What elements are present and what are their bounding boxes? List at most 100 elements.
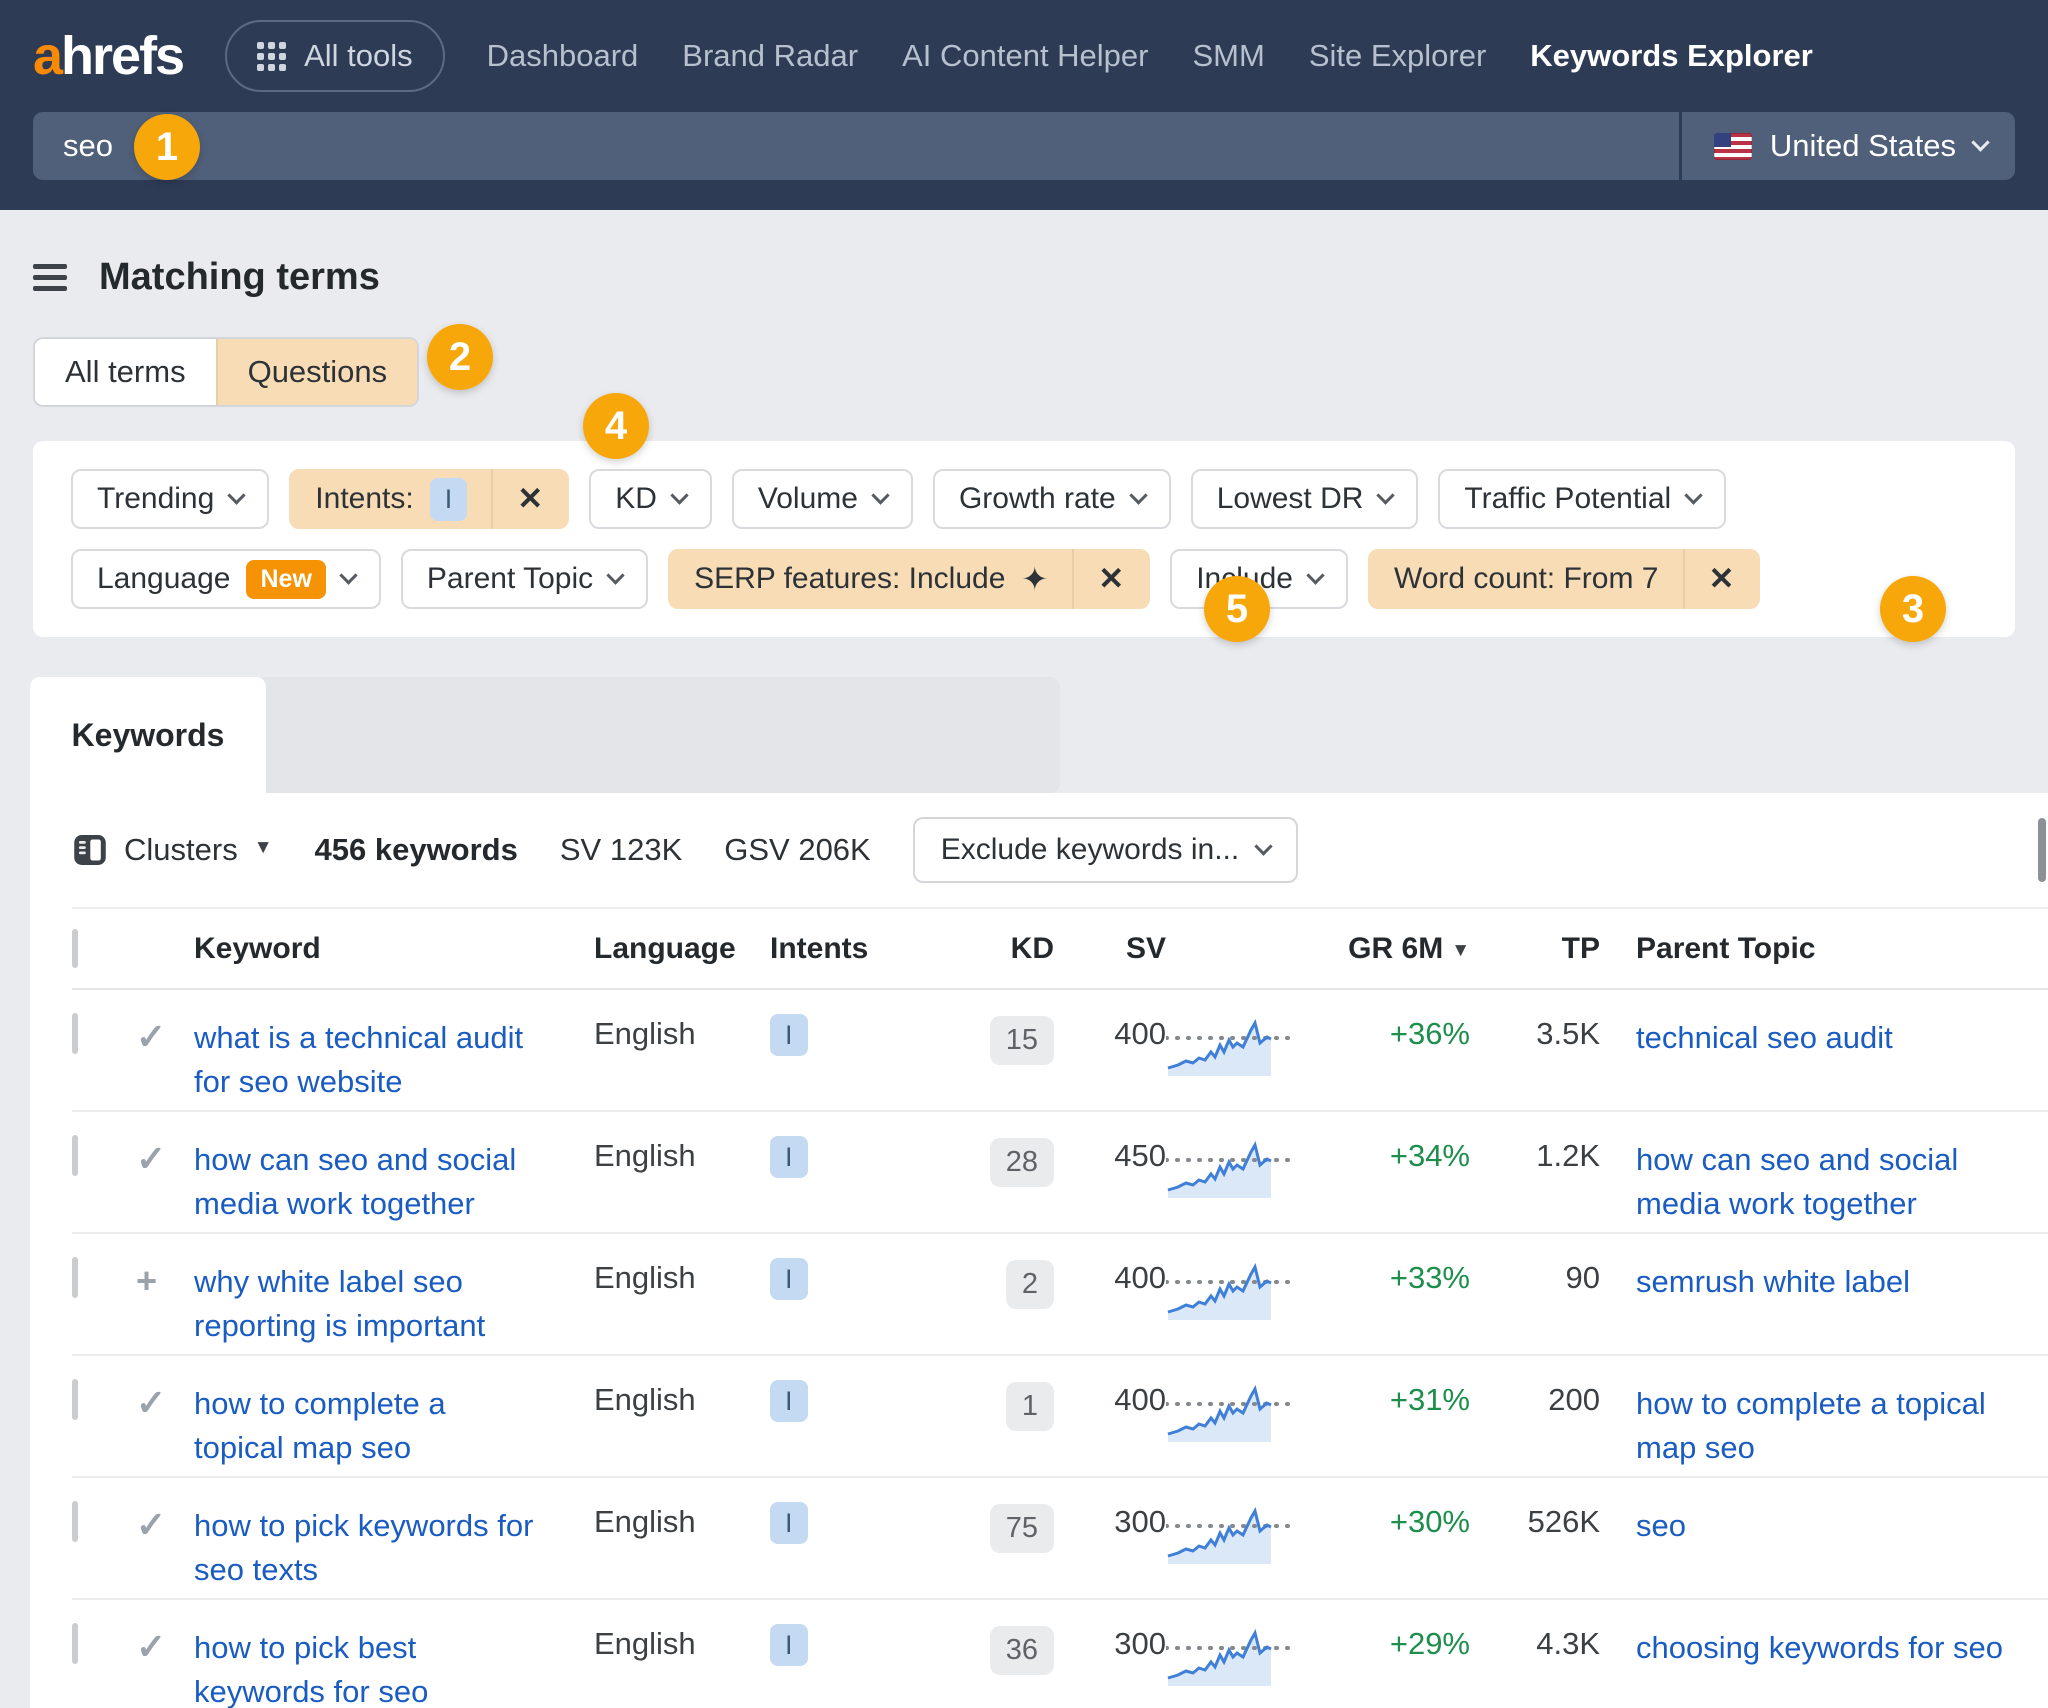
- trend-sparkline: [1166, 1506, 1298, 1564]
- intent-badge: I: [770, 1502, 808, 1544]
- nav-item-keywords-explorer[interactable]: Keywords Explorer: [1530, 38, 1813, 74]
- table-row[interactable]: ✓ how to pick best keywords for seo Engl…: [72, 1599, 2048, 1708]
- table-row[interactable]: ✓ how can seo and social media work toge…: [72, 1111, 2048, 1233]
- tab-all-terms[interactable]: All terms: [35, 339, 216, 405]
- col-header-tp[interactable]: TP: [1470, 909, 1600, 989]
- keyword-search-bar[interactable]: seo United States: [33, 112, 2015, 180]
- keyword-link[interactable]: how to pick keywords for seo texts: [194, 1504, 533, 1592]
- tp-cell: 4.3K: [1470, 1599, 1600, 1708]
- nav-item-dashboard[interactable]: Dashboard: [487, 38, 639, 74]
- parent-topic-link[interactable]: technical seo audit: [1636, 1016, 1893, 1060]
- keyword-link[interactable]: how to complete a topical map seo: [194, 1382, 446, 1470]
- filter-serp-features[interactable]: SERP features: Include✦ ✕: [668, 549, 1150, 609]
- row-status-icon: +: [136, 1260, 157, 1301]
- step-badge-3: 3: [1880, 576, 1946, 642]
- col-header-intents[interactable]: Intents: [770, 909, 966, 989]
- row-status-icon: ✓: [136, 1504, 166, 1545]
- language-cell: English: [594, 1355, 770, 1477]
- filter-kd[interactable]: KD: [589, 469, 712, 529]
- language-cell: English: [594, 989, 770, 1111]
- remove-serp-features-filter-button[interactable]: ✕: [1072, 549, 1148, 609]
- filter-trending[interactable]: Trending: [71, 469, 269, 529]
- kd-badge: 2: [1006, 1260, 1054, 1309]
- sv-cell: 300: [1054, 1599, 1166, 1708]
- chevron-down-icon: [1971, 133, 1989, 151]
- exclude-keywords-button[interactable]: Exclude keywords in...: [913, 817, 1298, 883]
- intent-badge: I: [770, 1136, 808, 1178]
- remove-intents-filter-button[interactable]: ✕: [491, 469, 567, 529]
- keyword-link[interactable]: how can seo and social media work togeth…: [194, 1138, 516, 1226]
- results-tab-strip: Keywords: [30, 677, 2048, 793]
- filter-word-count[interactable]: Word count: From 7 ✕: [1368, 549, 1761, 609]
- parent-topic-link[interactable]: choosing keywords for seo: [1636, 1626, 2003, 1670]
- keyword-link[interactable]: what is a technical audit for seo websit…: [194, 1016, 523, 1104]
- row-checkbox[interactable]: [72, 1257, 78, 1298]
- gsv-total: GSV 206K: [724, 832, 870, 868]
- col-header-sv[interactable]: SV: [1054, 909, 1166, 989]
- country-selector[interactable]: United States: [1679, 112, 2015, 180]
- country-label: United States: [1770, 128, 1956, 164]
- sv-cell: 400: [1054, 1233, 1166, 1355]
- col-header-keyword[interactable]: Keyword: [194, 909, 594, 989]
- step-badge-1: 1: [134, 114, 200, 180]
- parent-topic-link[interactable]: how to complete a topical map seo: [1636, 1382, 1986, 1470]
- col-header-trend: [1166, 909, 1336, 989]
- growth-cell: +33%: [1336, 1233, 1470, 1355]
- nav-item-brand-radar[interactable]: Brand Radar: [682, 38, 858, 74]
- new-feature-badge: New: [246, 560, 325, 599]
- row-status-icon: ✓: [136, 1016, 166, 1057]
- filter-growth-rate[interactable]: Growth rate: [933, 469, 1171, 529]
- nav-item-smm[interactable]: SMM: [1193, 38, 1265, 74]
- row-checkbox[interactable]: [72, 1013, 78, 1054]
- parent-topic-link[interactable]: seo: [1636, 1504, 1686, 1548]
- step-badge-5: 5: [1204, 576, 1270, 642]
- keyword-link[interactable]: how to pick best keywords for seo: [194, 1626, 428, 1708]
- filter-language[interactable]: LanguageNew: [71, 549, 381, 609]
- table-row[interactable]: ✓ what is a technical audit for seo webs…: [72, 989, 2048, 1111]
- parent-topic-link[interactable]: semrush white label: [1636, 1260, 1910, 1304]
- col-header-gr-6m[interactable]: GR 6M▼: [1336, 909, 1470, 989]
- select-all-checkbox[interactable]: [72, 929, 78, 968]
- intent-badge: I: [770, 1014, 808, 1056]
- filter-lowest-dr[interactable]: Lowest DR: [1191, 469, 1419, 529]
- table-row[interactable]: ✓ how to complete a topical map seo Engl…: [72, 1355, 2048, 1477]
- results-panel: Clusters ▼ 456 keywords SV 123K GSV 206K…: [30, 793, 2048, 1708]
- language-cell: English: [594, 1599, 770, 1708]
- intent-badge: I: [770, 1624, 808, 1666]
- trend-cell: [1166, 1599, 1336, 1708]
- growth-cell: +30%: [1336, 1477, 1470, 1599]
- trend-cell: [1166, 989, 1336, 1111]
- page-title: Matching terms: [99, 256, 380, 299]
- dropdown-triangle-icon: ▼: [254, 837, 273, 859]
- chevron-down-icon: [606, 566, 624, 584]
- menu-icon[interactable]: [33, 264, 67, 291]
- col-header-language[interactable]: Language: [594, 909, 770, 989]
- row-checkbox[interactable]: [72, 1623, 78, 1664]
- row-checkbox[interactable]: [72, 1379, 78, 1420]
- scrollbar-thumb[interactable]: [2038, 818, 2046, 882]
- nav-item-site-explorer[interactable]: Site Explorer: [1309, 38, 1486, 74]
- row-checkbox[interactable]: [72, 1135, 78, 1176]
- chevron-down-icon: [1684, 486, 1702, 504]
- filter-parent-topic[interactable]: Parent Topic: [401, 549, 648, 609]
- filter-intents[interactable]: Intents:I ✕: [289, 469, 569, 529]
- clusters-dropdown[interactable]: Clusters ▼: [72, 832, 273, 868]
- parent-topic-link[interactable]: how can seo and social media work togeth…: [1636, 1138, 1958, 1226]
- ahrefs-logo[interactable]: ahrefs: [33, 25, 183, 87]
- filter-traffic-potential[interactable]: Traffic Potential: [1438, 469, 1726, 529]
- tp-cell: 200: [1470, 1355, 1600, 1477]
- filter-volume[interactable]: Volume: [732, 469, 913, 529]
- remove-word-count-filter-button[interactable]: ✕: [1683, 549, 1759, 609]
- keyword-link[interactable]: why white label seo reporting is importa…: [194, 1260, 485, 1348]
- intent-badge: I: [770, 1380, 808, 1422]
- all-tools-button[interactable]: All tools: [225, 20, 445, 92]
- col-header-kd[interactable]: KD: [966, 909, 1054, 989]
- nav-item-ai-content-helper[interactable]: AI Content Helper: [902, 38, 1148, 74]
- col-header-parent-topic[interactable]: Parent Topic: [1600, 909, 2048, 989]
- table-row[interactable]: + why white label seo reporting is impor…: [72, 1233, 2048, 1355]
- table-row[interactable]: ✓ how to pick keywords for seo texts Eng…: [72, 1477, 2048, 1599]
- row-checkbox[interactable]: [72, 1501, 78, 1542]
- chevron-down-icon: [871, 486, 889, 504]
- tab-keywords[interactable]: Keywords: [30, 677, 266, 793]
- tab-questions[interactable]: Questions: [216, 339, 418, 405]
